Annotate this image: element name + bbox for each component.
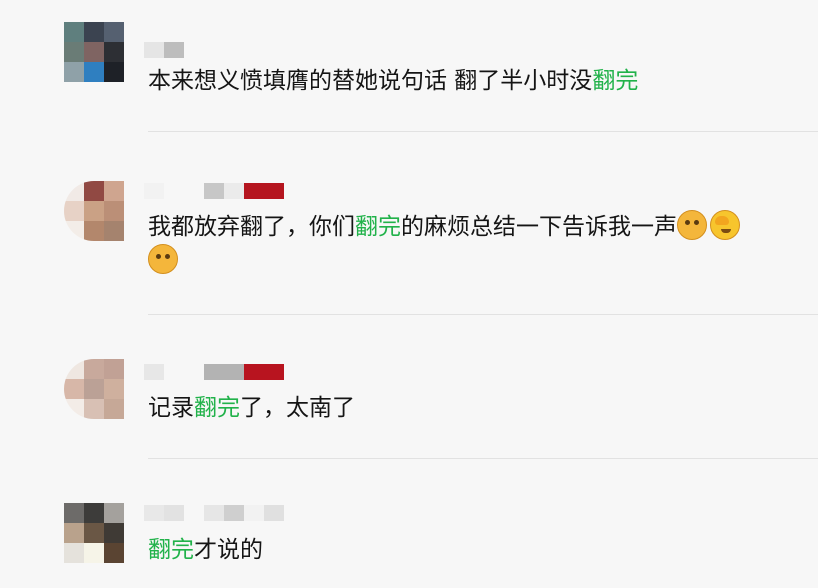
comment-text: 记录翻完了，太南了 — [148, 391, 758, 425]
username-blurred[interactable] — [144, 364, 284, 380]
comment-text-part: 本来想义愤填膺的替她说句话 翻了半小时没 — [148, 68, 593, 94]
divider — [148, 458, 818, 459]
comment-text: 翻完才说的 — [148, 533, 758, 567]
avatar[interactable] — [64, 359, 124, 419]
doge-icon — [677, 210, 707, 240]
doge-icon — [148, 244, 178, 274]
highlight-keyword[interactable]: 翻完 — [592, 68, 638, 94]
avatar[interactable] — [64, 22, 124, 82]
comment-text-part: 才说的 — [194, 537, 263, 563]
username-blurred[interactable] — [144, 505, 284, 521]
comment-text-part: 了，太南了 — [240, 395, 355, 421]
comment-text: 本来想义愤填膺的替她说句话 翻了半小时没翻完 — [148, 64, 758, 98]
divider — [148, 131, 818, 132]
comment-text-part: 记录 — [148, 395, 194, 421]
avatar[interactable] — [64, 503, 124, 563]
comment-text-part: 的麻烦总结一下告诉我一声 — [401, 214, 677, 240]
comment-text: 我都放弃翻了，你们翻完的麻烦总结一下告诉我一声 — [148, 210, 758, 278]
username-blurred[interactable] — [144, 42, 184, 58]
highlight-keyword[interactable]: 翻完 — [355, 214, 401, 240]
highlight-keyword[interactable]: 翻完 — [148, 537, 194, 563]
highlight-keyword[interactable]: 翻完 — [194, 395, 240, 421]
comment-text-part: 我都放弃翻了，你们 — [148, 214, 355, 240]
avatar[interactable] — [64, 181, 124, 241]
divider — [148, 314, 818, 315]
username-blurred[interactable] — [144, 183, 284, 199]
facepalm-icon — [710, 210, 740, 240]
